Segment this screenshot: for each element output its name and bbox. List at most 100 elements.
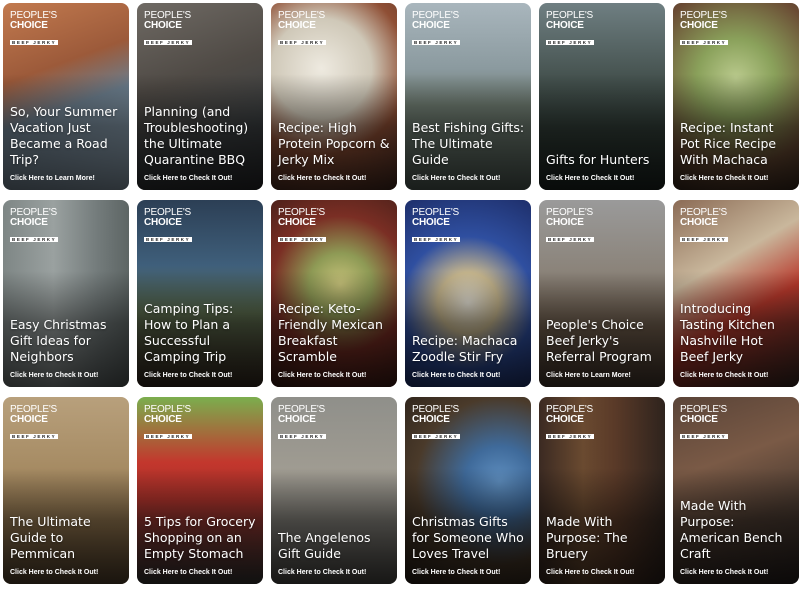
article-card[interactable]: PEOPLE'S CHOICE BEEF JERKY The Ultimate Gui… bbox=[3, 397, 129, 584]
card-cta-link[interactable]: Click Here to Learn More! bbox=[546, 372, 631, 379]
brand-logo-text: CHOICE bbox=[546, 414, 584, 425]
article-card[interactable]: PEOPLE'S CHOICE BEEF JERKY Camping Tips: Ho… bbox=[137, 200, 263, 387]
article-card[interactable]: PEOPLE'S CHOICE BEEF JERKY Introducing Tast… bbox=[673, 200, 799, 387]
card-title[interactable]: Recipe: High Protein Popcorn & Jerky Mix bbox=[278, 120, 391, 168]
brand-logo: PEOPLE'S CHOICE BEEF JERKY bbox=[412, 11, 461, 49]
brand-logo: PEOPLE'S CHOICE BEEF JERKY bbox=[278, 405, 327, 443]
card-cta-link[interactable]: Click Here to Check It Out! bbox=[546, 175, 634, 182]
card-cta-link[interactable]: Click Here to Check It Out! bbox=[144, 569, 232, 576]
card-title[interactable]: Made With Purpose: The Bruery bbox=[546, 514, 659, 562]
card-cta-link[interactable]: Click Here to Check It Out! bbox=[680, 569, 768, 576]
article-card[interactable]: PEOPLE'S CHOICE BEEF JERKY Recipe: Instant … bbox=[673, 3, 799, 190]
article-card[interactable]: PEOPLE'S CHOICE BEEF JERKY Easy Christmas G… bbox=[3, 200, 129, 387]
card-title[interactable]: Christmas Gifts for Someone Who Loves Tr… bbox=[412, 514, 525, 562]
card-title[interactable]: Easy Christmas Gift Ideas for Neighbors bbox=[10, 317, 123, 365]
card-title[interactable]: So, Your Summer Vacation Just Became a R… bbox=[10, 104, 123, 168]
card-cta-link[interactable]: Click Here to Check It Out! bbox=[546, 569, 634, 576]
card-title[interactable]: The Ultimate Guide to Pemmican bbox=[10, 514, 123, 562]
card-cta-link[interactable]: Click Here to Learn More! bbox=[10, 175, 95, 182]
article-card[interactable]: PEOPLE'S CHOICE BEEF JERKY Recipe: Keto-Fri… bbox=[271, 200, 397, 387]
brand-logo-text: CHOICE bbox=[10, 414, 48, 425]
brand-logo: PEOPLE'S CHOICE BEEF JERKY bbox=[10, 405, 59, 443]
brand-logo-text: BEEF JERKY bbox=[546, 237, 595, 242]
brand-logo-text: BEEF JERKY bbox=[546, 40, 595, 45]
card-title[interactable]: Planning (and Troubleshooting) the Ultim… bbox=[144, 104, 257, 168]
brand-logo-text: BEEF JERKY bbox=[412, 40, 461, 45]
brand-logo: PEOPLE'S CHOICE BEEF JERKY bbox=[680, 405, 729, 443]
brand-logo: PEOPLE'S CHOICE BEEF JERKY bbox=[10, 208, 59, 246]
brand-logo: PEOPLE'S CHOICE BEEF JERKY bbox=[144, 208, 193, 246]
brand-logo-text: CHOICE bbox=[278, 20, 316, 31]
brand-logo: PEOPLE'S CHOICE BEEF JERKY bbox=[546, 11, 595, 49]
brand-logo: PEOPLE'S CHOICE BEEF JERKY bbox=[144, 405, 193, 443]
brand-logo-text: CHOICE bbox=[680, 20, 718, 31]
article-card[interactable]: PEOPLE'S CHOICE BEEF JERKY 5 Tips for Groce… bbox=[137, 397, 263, 584]
article-card[interactable]: PEOPLE'S CHOICE BEEF JERKY People's Choice … bbox=[539, 200, 665, 387]
card-overlay bbox=[539, 74, 665, 190]
brand-logo: PEOPLE'S CHOICE BEEF JERKY bbox=[412, 208, 461, 246]
brand-logo-text: CHOICE bbox=[412, 414, 450, 425]
article-card[interactable]: PEOPLE'S CHOICE BEEF JERKY Christmas Gifts … bbox=[405, 397, 531, 584]
card-cta-link[interactable]: Click Here to Check It Out! bbox=[278, 569, 366, 576]
article-card[interactable]: PEOPLE'S CHOICE BEEF JERKY Recipe: High Pro… bbox=[271, 3, 397, 190]
card-cta-link[interactable]: Click Here to Check It Out! bbox=[10, 569, 98, 576]
brand-logo-text: BEEF JERKY bbox=[680, 434, 729, 439]
brand-logo-text: BEEF JERKY bbox=[144, 237, 193, 242]
card-title[interactable]: 5 Tips for Grocery Shopping on an Empty … bbox=[144, 514, 257, 562]
brand-logo-text: CHOICE bbox=[278, 217, 316, 228]
brand-logo: PEOPLE'S CHOICE BEEF JERKY bbox=[546, 208, 595, 246]
card-cta-link[interactable]: Click Here to Check It Out! bbox=[412, 175, 500, 182]
article-card[interactable]: PEOPLE'S CHOICE BEEF JERKY So, Your Summer … bbox=[3, 3, 129, 190]
brand-logo-text: CHOICE bbox=[680, 414, 718, 425]
card-cta-link[interactable]: Click Here to Check It Out! bbox=[680, 372, 768, 379]
brand-logo-text: CHOICE bbox=[680, 217, 718, 228]
article-card[interactable]: PEOPLE'S CHOICE BEEF JERKY Made With Purpos… bbox=[673, 397, 799, 584]
brand-logo-text: CHOICE bbox=[412, 20, 450, 31]
brand-logo-text: BEEF JERKY bbox=[278, 434, 327, 439]
card-cta-link[interactable]: Click Here to Check It Out! bbox=[278, 372, 366, 379]
brand-logo-text: BEEF JERKY bbox=[10, 434, 59, 439]
card-title[interactable]: The Angelenos Gift Guide bbox=[278, 530, 391, 562]
card-title[interactable]: Made With Purpose: American Bench Craft bbox=[680, 498, 793, 562]
brand-logo-text: BEEF JERKY bbox=[278, 40, 327, 45]
article-card[interactable]: PEOPLE'S CHOICE BEEF JERKY Recipe: Machaca … bbox=[405, 200, 531, 387]
article-card[interactable]: PEOPLE'S CHOICE BEEF JERKY Made With Purpos… bbox=[539, 397, 665, 584]
brand-logo-text: BEEF JERKY bbox=[144, 434, 193, 439]
card-title[interactable]: Best Fishing Gifts: The Ultimate Guide bbox=[412, 120, 525, 168]
brand-logo-text: CHOICE bbox=[144, 414, 182, 425]
brand-logo-text: CHOICE bbox=[10, 20, 48, 31]
card-cta-link[interactable]: Click Here to Check It Out! bbox=[412, 372, 500, 379]
card-cta-link[interactable]: Click Here to Check It Out! bbox=[144, 372, 232, 379]
card-title[interactable]: Recipe: Keto-Friendly Mexican Breakfast … bbox=[278, 301, 391, 365]
article-card[interactable]: PEOPLE'S CHOICE BEEF JERKY Gifts for Hunter… bbox=[539, 3, 665, 190]
card-cta-link[interactable]: Click Here to Check It Out! bbox=[412, 569, 500, 576]
card-cta-link[interactable]: Click Here to Check It Out! bbox=[10, 372, 98, 379]
brand-logo-text: BEEF JERKY bbox=[412, 237, 461, 242]
brand-logo-text: BEEF JERKY bbox=[10, 40, 59, 45]
article-card[interactable]: PEOPLE'S CHOICE BEEF JERKY The Angelenos Gi… bbox=[271, 397, 397, 584]
article-card[interactable]: PEOPLE'S CHOICE BEEF JERKY Best Fishing Gif… bbox=[405, 3, 531, 190]
article-card[interactable]: PEOPLE'S CHOICE BEEF JERKY Planning (and Tr… bbox=[137, 3, 263, 190]
card-cta-link[interactable]: Click Here to Check It Out! bbox=[278, 175, 366, 182]
brand-logo: PEOPLE'S CHOICE BEEF JERKY bbox=[144, 11, 193, 49]
card-cta-link[interactable]: Click Here to Check It Out! bbox=[680, 175, 768, 182]
brand-logo-text: CHOICE bbox=[10, 217, 48, 228]
card-overlay bbox=[405, 271, 531, 387]
brand-logo-text: CHOICE bbox=[546, 20, 584, 31]
brand-logo: PEOPLE'S CHOICE BEEF JERKY bbox=[680, 11, 729, 49]
brand-logo-text: CHOICE bbox=[144, 217, 182, 228]
brand-logo: PEOPLE'S CHOICE BEEF JERKY bbox=[278, 208, 327, 246]
card-title[interactable]: People's Choice Beef Jerky's Referral Pr… bbox=[546, 317, 659, 365]
brand-logo-text: BEEF JERKY bbox=[546, 434, 595, 439]
brand-logo-text: CHOICE bbox=[546, 217, 584, 228]
card-title[interactable]: Recipe: Instant Pot Rice Recipe With Mac… bbox=[680, 120, 793, 168]
card-title[interactable]: Recipe: Machaca Zoodle Stir Fry bbox=[412, 333, 525, 365]
card-title[interactable]: Camping Tips: How to Plan a Successful C… bbox=[144, 301, 257, 365]
card-title[interactable]: Introducing Tasting Kitchen Nashville Ho… bbox=[680, 301, 793, 365]
card-title[interactable]: Gifts for Hunters bbox=[546, 152, 659, 168]
card-cta-link[interactable]: Click Here to Check It Out! bbox=[144, 175, 232, 182]
brand-logo: PEOPLE'S CHOICE BEEF JERKY bbox=[680, 208, 729, 246]
brand-logo-text: CHOICE bbox=[278, 414, 316, 425]
brand-logo-text: CHOICE bbox=[144, 20, 182, 31]
brand-logo-text: BEEF JERKY bbox=[680, 40, 729, 45]
